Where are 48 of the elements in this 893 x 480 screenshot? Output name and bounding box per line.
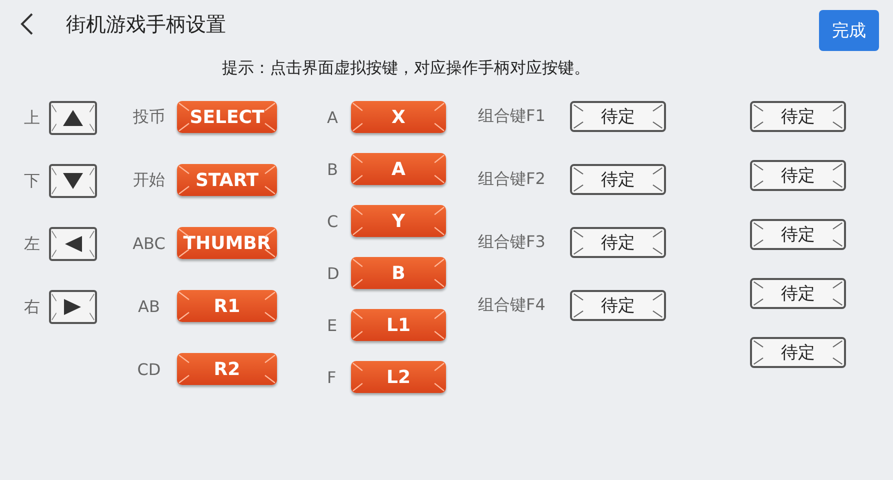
key-button[interactable]: SELECT: [177, 101, 277, 133]
direction-button[interactable]: [49, 227, 97, 261]
key-button[interactable]: Y: [351, 205, 446, 237]
key-label: 投币: [132, 106, 166, 128]
key-label: A: [327, 108, 339, 126]
combo-button[interactable]: 待定: [570, 164, 666, 195]
direction-label: 左: [24, 234, 40, 254]
key-label: ABC: [132, 234, 166, 252]
direction-button[interactable]: [49, 164, 97, 198]
key-label: D: [327, 264, 340, 282]
key-button[interactable]: A: [351, 153, 446, 185]
combo-label: 组合键F4: [478, 295, 546, 316]
key-label: 开始: [132, 170, 166, 190]
unassigned-button[interactable]: 待定: [750, 160, 846, 191]
direction-label: 上: [24, 108, 40, 128]
triangle-down-icon: [62, 172, 84, 190]
key-label: C: [327, 212, 340, 230]
combo-label: 组合键F1: [478, 106, 546, 127]
key-button[interactable]: THUMBR: [177, 227, 277, 259]
combo-label: 组合键F2: [478, 169, 546, 190]
key-button[interactable]: L1: [351, 309, 446, 341]
combo-label: 组合键F3: [478, 232, 546, 253]
key-label: B: [327, 160, 339, 178]
unassigned-button[interactable]: 待定: [750, 278, 846, 309]
key-label: F: [327, 368, 338, 386]
key-button[interactable]: L2: [351, 361, 446, 393]
direction-button[interactable]: [49, 290, 97, 324]
key-button[interactable]: START: [177, 164, 277, 196]
direction-label: 下: [24, 170, 40, 192]
done-button[interactable]: 完成: [819, 10, 879, 50]
unassigned-button[interactable]: 待定: [750, 101, 846, 132]
key-button[interactable]: B: [351, 257, 446, 289]
combo-button[interactable]: 待定: [570, 227, 666, 258]
direction-button[interactable]: [49, 101, 97, 135]
combo-button[interactable]: 待定: [570, 290, 666, 321]
page-title: 街机游戏手柄设置: [66, 10, 227, 38]
key-label: E: [327, 316, 338, 334]
triangle-up-icon: [62, 109, 84, 127]
direction-label: 右: [24, 296, 40, 318]
hint-text: 提示：点击界面虚拟按键，对应操作手柄对应按键。: [221, 58, 591, 79]
key-label: CD: [136, 360, 162, 378]
key-button[interactable]: X: [351, 101, 446, 133]
key-label: AB: [137, 296, 161, 316]
unassigned-button[interactable]: 待定: [750, 219, 846, 250]
unassigned-button[interactable]: 待定: [750, 337, 846, 368]
key-button[interactable]: R1: [177, 290, 277, 322]
combo-button[interactable]: 待定: [570, 101, 666, 132]
key-button[interactable]: R2: [177, 353, 277, 385]
